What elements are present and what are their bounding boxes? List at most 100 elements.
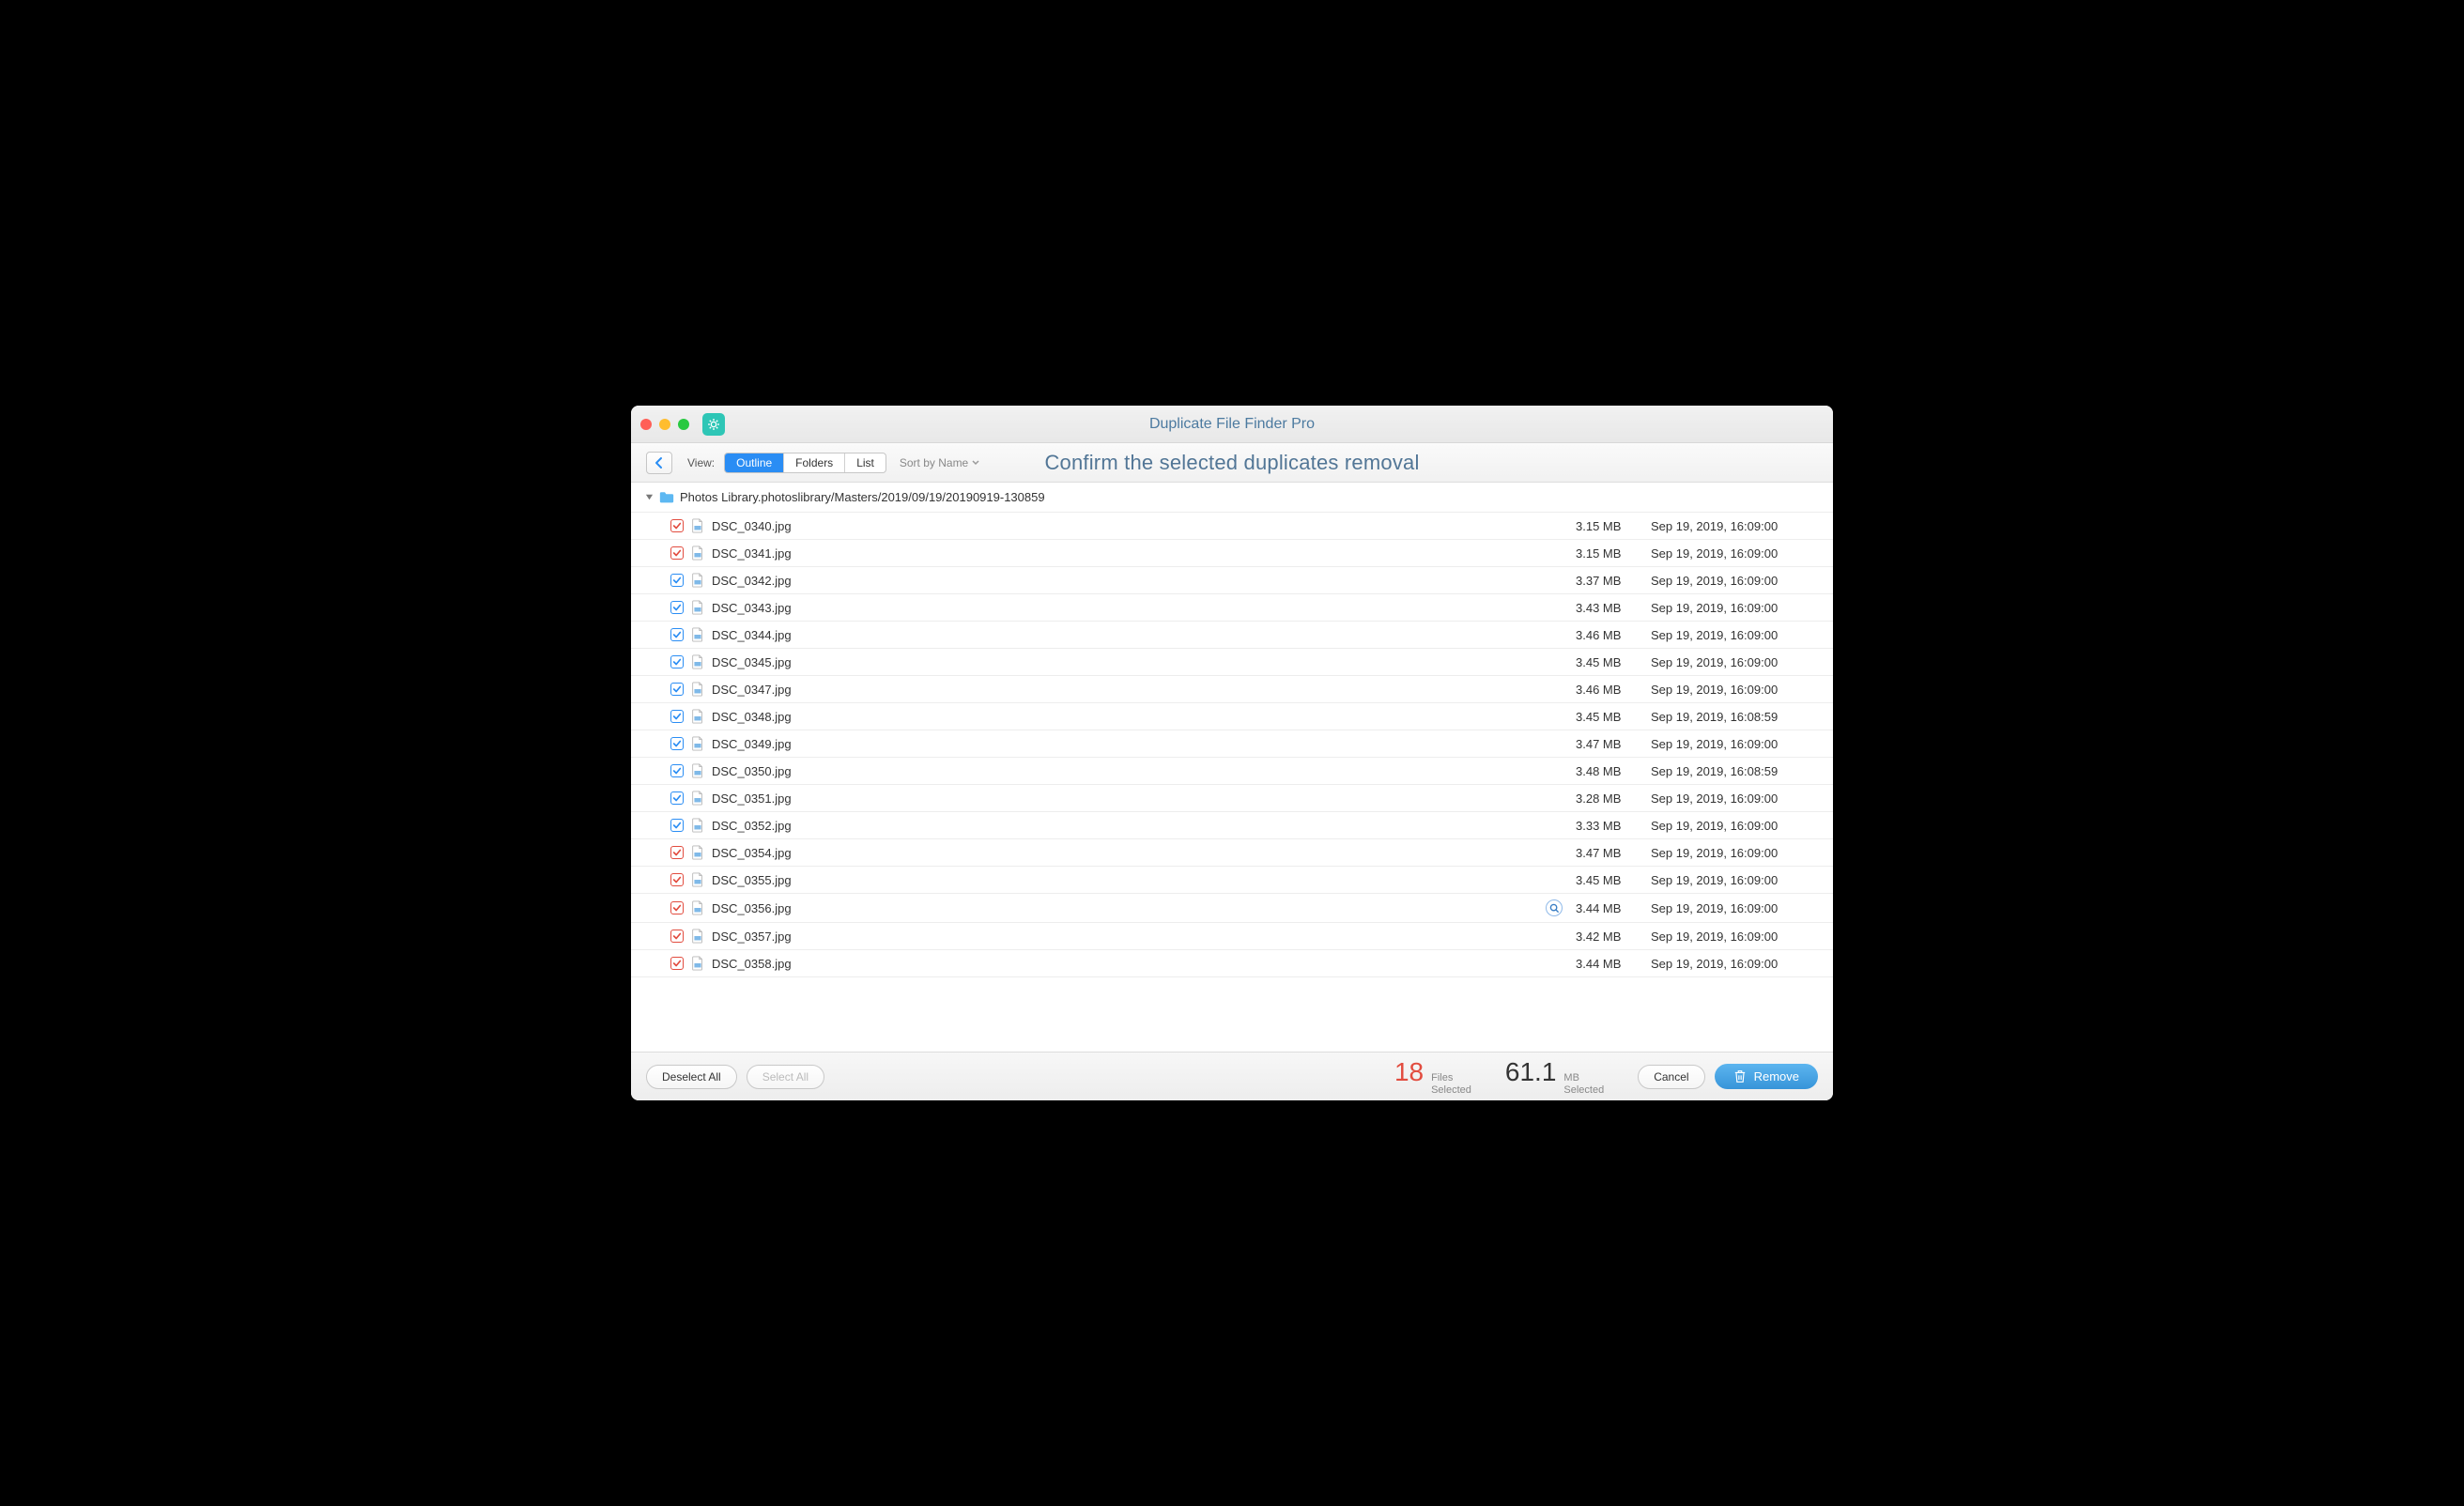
image-file-icon	[691, 929, 704, 944]
image-file-icon	[691, 845, 704, 860]
file-size: 3.45 MB	[1576, 710, 1643, 724]
file-checkbox[interactable]	[670, 601, 684, 614]
file-name: DSC_0349.jpg	[712, 737, 1568, 751]
view-list-tab[interactable]: List	[845, 453, 886, 472]
group-header[interactable]: Photos Library.photoslibrary/Masters/201…	[631, 483, 1833, 513]
file-list[interactable]: Photos Library.photoslibrary/Masters/201…	[631, 483, 1833, 1052]
file-name: DSC_0358.jpg	[712, 957, 1568, 971]
sort-dropdown[interactable]: Sort by Name	[900, 456, 979, 469]
file-row[interactable]: DSC_0352.jpg3.33 MBSep 19, 2019, 16:09:0…	[631, 812, 1833, 839]
image-file-icon	[691, 872, 704, 887]
file-date: Sep 19, 2019, 16:08:59	[1651, 710, 1820, 724]
file-date: Sep 19, 2019, 16:09:00	[1651, 930, 1820, 944]
file-row[interactable]: DSC_0344.jpg3.46 MBSep 19, 2019, 16:09:0…	[631, 622, 1833, 649]
file-checkbox[interactable]	[670, 764, 684, 777]
file-checkbox[interactable]	[670, 628, 684, 641]
disclosure-triangle-icon[interactable]	[644, 493, 654, 502]
app-window: Duplicate File Finder Pro View: Outline …	[631, 406, 1833, 1100]
file-name: DSC_0343.jpg	[712, 601, 1568, 615]
file-size: 3.46 MB	[1576, 628, 1643, 642]
file-name: DSC_0351.jpg	[712, 791, 1568, 806]
remove-button[interactable]: Remove	[1715, 1064, 1818, 1089]
file-row[interactable]: DSC_0354.jpg3.47 MBSep 19, 2019, 16:09:0…	[631, 839, 1833, 867]
file-checkbox[interactable]	[670, 710, 684, 723]
minimize-window-button[interactable]	[659, 419, 670, 430]
file-size: 3.28 MB	[1576, 791, 1643, 806]
file-row[interactable]: DSC_0343.jpg 3.43 MB Sep 19, 2019, 16:09:0…	[631, 594, 1833, 622]
file-row[interactable]: DSC_0340.jpg3.15 MBSep 19, 2019, 16:09:0…	[631, 513, 1833, 540]
zoom-window-button[interactable]	[678, 419, 689, 430]
image-file-icon	[691, 709, 704, 724]
file-row[interactable]: DSC_0342.jpg3.37 MBSep 19, 2019, 16:09:0…	[631, 567, 1833, 594]
file-checkbox[interactable]	[670, 957, 684, 970]
file-checkbox[interactable]	[670, 901, 684, 914]
remove-label: Remove	[1754, 1069, 1799, 1083]
close-window-button[interactable]	[640, 419, 652, 430]
files-selected-count: 18	[1394, 1057, 1424, 1087]
image-file-icon	[691, 573, 704, 588]
select-all-button[interactable]: Select All	[747, 1065, 824, 1089]
file-size: 3.42 MB	[1576, 930, 1643, 944]
selected-label: Selected	[1431, 1084, 1471, 1097]
view-mode-segmented: Outline Folders List	[724, 453, 886, 473]
files-selected-stat: 18 Files Selected	[1394, 1057, 1471, 1096]
file-date: Sep 19, 2019, 16:09:00	[1651, 601, 1820, 615]
file-row[interactable]: DSC_0348.jpg 3.45 MB Sep 19, 2019, 16:08:5…	[631, 703, 1833, 730]
file-row[interactable]: DSC_0347.jpg3.46 MBSep 19, 2019, 16:09:0…	[631, 676, 1833, 703]
image-file-icon	[691, 956, 704, 971]
file-checkbox[interactable]	[670, 546, 684, 560]
file-size: 3.37 MB	[1576, 574, 1643, 588]
file-size: 3.43 MB	[1576, 601, 1643, 615]
file-name: DSC_0356.jpg	[712, 901, 1538, 915]
file-checkbox[interactable]	[670, 873, 684, 886]
view-label: View:	[687, 456, 715, 469]
file-name: DSC_0348.jpg	[712, 710, 1568, 724]
file-checkbox[interactable]	[670, 655, 684, 668]
file-date: Sep 19, 2019, 16:09:00	[1651, 901, 1820, 915]
file-name: DSC_0354.jpg	[712, 846, 1568, 860]
file-date: Sep 19, 2019, 16:09:00	[1651, 957, 1820, 971]
file-date: Sep 19, 2019, 16:08:59	[1651, 764, 1820, 778]
file-row[interactable]: DSC_0355.jpg3.45 MBSep 19, 2019, 16:09:0…	[631, 867, 1833, 894]
back-button[interactable]	[646, 452, 672, 474]
file-date: Sep 19, 2019, 16:09:00	[1651, 791, 1820, 806]
image-file-icon	[691, 682, 704, 697]
file-row[interactable]: DSC_0356.jpg3.44 MBSep 19, 2019, 16:09:0…	[631, 894, 1833, 923]
file-row[interactable]: DSC_0341.jpg3.15 MBSep 19, 2019, 16:09:0…	[631, 540, 1833, 567]
sort-label: Sort by Name	[900, 456, 968, 469]
file-checkbox[interactable]	[670, 519, 684, 532]
file-row[interactable]: DSC_0358.jpg 3.44 MB Sep 19, 2019, 16:09:0…	[631, 950, 1833, 977]
file-checkbox[interactable]	[670, 819, 684, 832]
file-checkbox[interactable]	[670, 791, 684, 805]
file-name: DSC_0340.jpg	[712, 519, 1568, 533]
file-checkbox[interactable]	[670, 683, 684, 696]
window-controls	[640, 419, 689, 430]
group-path: Photos Library.photoslibrary/Masters/201…	[680, 490, 1045, 504]
file-date: Sep 19, 2019, 16:09:00	[1651, 628, 1820, 642]
deselect-all-button[interactable]: Deselect All	[646, 1065, 737, 1089]
file-row[interactable]: DSC_0351.jpg 3.28 MB Sep 19, 2019, 16:09:0…	[631, 785, 1833, 812]
view-outline-tab[interactable]: Outline	[725, 453, 784, 472]
file-row[interactable]: DSC_0345.jpg3.45 MBSep 19, 2019, 16:09:0…	[631, 649, 1833, 676]
files-label: Files	[1431, 1072, 1471, 1084]
file-date: Sep 19, 2019, 16:09:00	[1651, 546, 1820, 561]
file-checkbox[interactable]	[670, 737, 684, 750]
image-file-icon	[691, 763, 704, 778]
quicklook-button[interactable]	[1546, 899, 1563, 916]
file-size: 3.44 MB	[1576, 957, 1643, 971]
file-checkbox[interactable]	[670, 846, 684, 859]
file-row[interactable]: DSC_0349.jpg3.47 MBSep 19, 2019, 16:09:0…	[631, 730, 1833, 758]
selected-label: Selected	[1563, 1084, 1604, 1097]
file-row[interactable]: DSC_0350.jpg3.48 MBSep 19, 2019, 16:08:5…	[631, 758, 1833, 785]
toolbar: View: Outline Folders List Sort by Name …	[631, 443, 1833, 483]
file-name: DSC_0357.jpg	[712, 930, 1568, 944]
file-size: 3.46 MB	[1576, 683, 1643, 697]
image-file-icon	[691, 818, 704, 833]
cancel-button[interactable]: Cancel	[1638, 1065, 1704, 1089]
view-folders-tab[interactable]: Folders	[784, 453, 845, 472]
size-unit-label: MB	[1563, 1072, 1604, 1084]
file-checkbox[interactable]	[670, 930, 684, 943]
file-size: 3.47 MB	[1576, 737, 1643, 751]
file-checkbox[interactable]	[670, 574, 684, 587]
file-row[interactable]: DSC_0357.jpg 3.42 MB Sep 19, 2019, 16:09:0…	[631, 923, 1833, 950]
